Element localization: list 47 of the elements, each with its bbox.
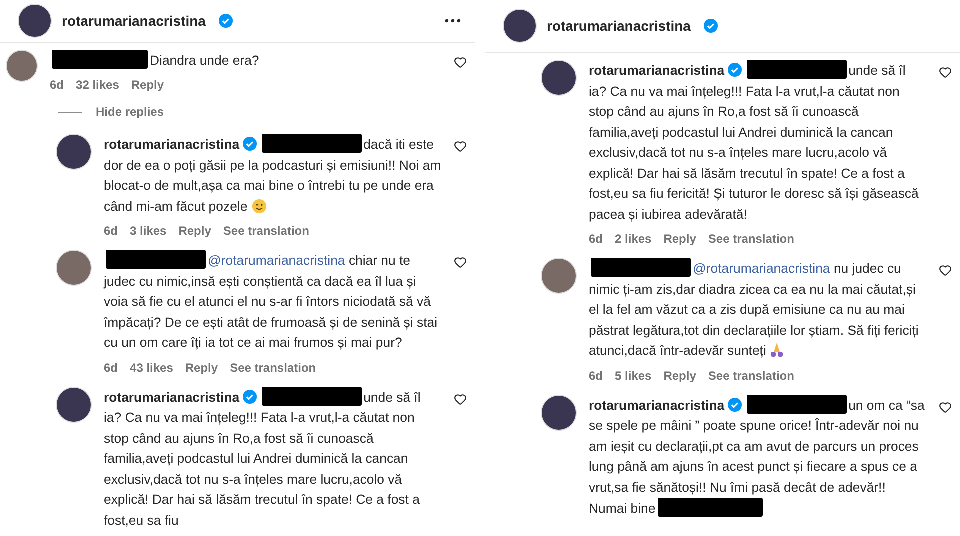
see-translation-button[interactable]: See translation xyxy=(708,368,794,382)
likes-count[interactable]: 2 likes xyxy=(615,232,652,246)
smiley-icon xyxy=(252,198,267,214)
avatar[interactable] xyxy=(56,250,92,286)
avatar[interactable] xyxy=(541,258,577,294)
likes-count[interactable]: 3 likes xyxy=(130,224,167,238)
avatar[interactable] xyxy=(503,9,537,43)
username-link[interactable]: rotarumarianacristina xyxy=(104,390,240,404)
username[interactable]: rotarumarianacristina xyxy=(547,18,691,34)
username[interactable]: rotarumarianacristina xyxy=(62,12,206,29)
likes-count[interactable]: 32 likes xyxy=(76,78,120,92)
reply-button[interactable]: Reply xyxy=(178,224,212,238)
more-options-icon[interactable] xyxy=(445,18,461,23)
avatar[interactable] xyxy=(56,386,92,422)
reply-button[interactable]: Reply xyxy=(185,360,218,374)
comment-time: 6d xyxy=(589,232,604,246)
avatar[interactable] xyxy=(541,60,577,96)
comment-text: rotarumarianacristina un om ca “sa se spele pe mâini ” poate spune orice! Într-adevăr noi nu am ieșit cu declarații,pt ca am avut de parcurs un proces lung până am ajuns în acest punct și fiecare a spus ce a vrut,sa fie sănătoși!! Nu îmi pasă decât de adevăr!! Numai bine xyxy=(589,394,927,520)
comment-text: rotarumarianacristina dacă iti este dor de ea o poți găsii pe la podcasturi și emisiuni!! Noi am blocat-o de mult,așa ca mai bine o întrebi tu pe unde era când mi-am făcut pozele xyxy=(104,134,442,217)
mention-link[interactable]: @rotarumarianacristina xyxy=(693,261,830,276)
avatar[interactable] xyxy=(6,50,38,82)
comment-text: @rotarumarianacristina nu judec cu nimic ți-am zis,dar diadra zicea ca ea nu la mai căutat,și el la fel am văzut ca a zis după emisiune ca nu au mai păstrat legătura,tot din declarațiile lor știam. Să fiți fericiți atunci,dacă într-adevăr sunteți xyxy=(589,258,927,362)
reply-button[interactable]: Reply xyxy=(131,78,164,92)
username-link[interactable]: rotarumarianacristina xyxy=(589,63,725,78)
see-translation-button[interactable]: See translation xyxy=(230,360,316,374)
praying-hands-icon xyxy=(769,342,786,358)
mention-link[interactable]: @rotarumarianacristina xyxy=(208,253,346,268)
see-translation-button[interactable]: See translation xyxy=(708,232,794,246)
comment-time: 6d xyxy=(50,78,64,92)
reply-button[interactable]: Reply xyxy=(664,368,696,382)
comment-time: 6d xyxy=(104,360,118,374)
username-link[interactable]: rotarumarianacristina xyxy=(589,398,725,412)
avatar[interactable] xyxy=(18,4,52,38)
see-translation-button[interactable]: See translation xyxy=(223,224,310,238)
comment-text: @rotarumarianacristina chiar nu te judec cu nimic,insă ești conștientă ca dacă ea îl lua și voia să fie cu el atunci el nu s-ar fi întors niciodată să vă împăcați? De ce ești atât de frumoasă și de senină și stai cu un om care îți ia tot ce ai mai frumos și mai pur? xyxy=(104,250,442,354)
avatar[interactable] xyxy=(541,394,577,430)
hide-replies-button[interactable]: Hide replies xyxy=(96,105,164,119)
comment-time: 6d xyxy=(104,224,118,238)
comment-time: 6d xyxy=(589,368,604,382)
username-link[interactable]: rotarumarianacristina xyxy=(104,137,240,152)
comment-text: rotarumarianacristina unde să îl ia? Ca nu va mai înțeleg!!! Fata l-a vrut,l-a căutat non stop când au ajuns în Ro,a fost să îi cunoască familia,aveți podcastul lui Andrei duminică la cancan exclusiv,dacă tot nu s-a înțeles mare lucru,acolo vă explică! Dar hai să lăsăm trecutul în spate! Ce a fost a fost,eu sa fiu fericită! Și tuturor le doresc să își găsească pacea și iubirea adevărată! xyxy=(589,60,927,225)
likes-count[interactable]: 5 likes xyxy=(615,368,652,382)
comment-text: Diandra unde era? xyxy=(50,50,442,71)
avatar[interactable] xyxy=(56,134,92,170)
likes-count[interactable]: 43 likes xyxy=(130,360,174,374)
reply-button[interactable]: Reply xyxy=(664,232,696,246)
comment-text: rotarumarianacristina unde să îl ia? Ca nu va mai înțeleg!!! Fata l-a vrut,l-a căutat non stop când au ajuns în Ro,a fost să îi cunoască familia,aveți podcastul lui Andrei duminică la cancan exclusiv,dacă tot nu s-a înțeles mare lucru,acolo vă explică! Dar hai să lăsăm trecutul în spate! Ce a fost a fost,eu sa fiu xyxy=(104,386,442,531)
